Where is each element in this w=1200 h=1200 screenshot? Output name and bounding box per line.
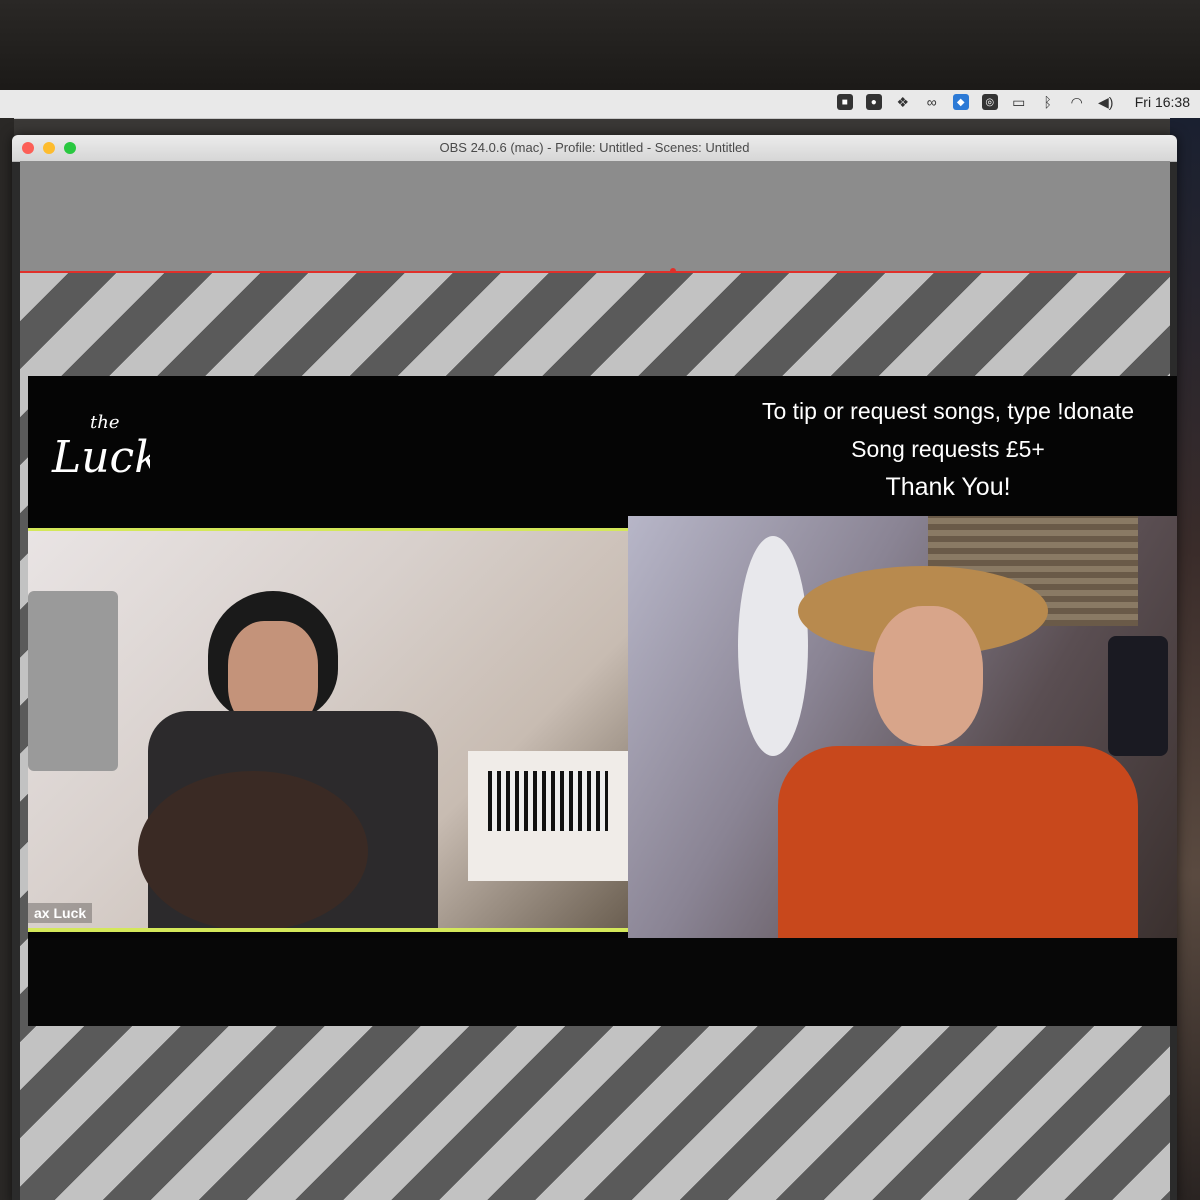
guitar	[138, 771, 368, 931]
obs-icon[interactable]: ●	[865, 94, 882, 110]
wifi-icon[interactable]: ◠	[1069, 94, 1085, 110]
bluetooth-audio-icon[interactable]: ◆	[952, 94, 969, 110]
piano-keys	[488, 771, 608, 831]
creative-cloud-icon[interactable]: ∞	[924, 94, 940, 110]
screen: ■ ● ❖ ∞ ◆ ◎ ▭ ᛒ ◠ ◀) Fri 16:38 OBS 24.0.…	[0, 90, 1200, 1200]
face	[873, 606, 983, 746]
dropbox-icon[interactable]: ❖	[895, 94, 911, 110]
right-camera-feed	[628, 516, 1177, 938]
menu-bar: ■ ● ❖ ∞ ◆ ◎ ▭ ᛒ ◠ ◀) Fri 16:38	[0, 90, 1200, 119]
obs-window: OBS 24.0.6 (mac) - Profile: Untitled - S…	[12, 135, 1177, 1200]
status-tray: ■ ● ❖ ∞ ◆ ◎ ▭ ᛒ ◠ ◀) Fri 16:38	[836, 94, 1190, 110]
monitor-bezel	[0, 0, 1200, 100]
surfboard	[738, 536, 808, 756]
orange-top	[778, 746, 1138, 938]
volume-icon[interactable]: ◀)	[1098, 94, 1114, 110]
zoom-icon[interactable]: ■	[836, 94, 853, 110]
window-title: OBS 24.0.6 (mac) - Profile: Untitled - S…	[439, 140, 750, 155]
airplay-icon[interactable]: ▭	[1011, 94, 1027, 110]
left-camera-feed: ax Luck	[28, 531, 628, 931]
obs-preview[interactable]: the Luck To tip or request songs, type !…	[20, 161, 1177, 1200]
phone	[1108, 636, 1168, 756]
microphone	[28, 591, 118, 771]
preview-empty-area	[20, 161, 1170, 271]
svg-text:the: the	[90, 412, 119, 433]
bluetooth-icon[interactable]: ᛒ	[1040, 94, 1056, 110]
radio-icon[interactable]: ◎	[981, 94, 998, 110]
song-request-price: Song requests £5+	[851, 436, 1045, 462]
svg-text:Luck: Luck	[51, 432, 150, 483]
participant-name: ax Luck	[28, 903, 93, 923]
window-titlebar[interactable]: OBS 24.0.6 (mac) - Profile: Untitled - S…	[12, 135, 1177, 162]
donate-instruction: To tip or request songs, type !donate	[761, 398, 1135, 424]
donation-message: To tip or request songs, type !donate So…	[728, 392, 1168, 506]
menu-clock[interactable]: Fri 16:38	[1135, 94, 1190, 110]
scene-bottom-bar	[28, 938, 1177, 1026]
active-speaker-border	[28, 928, 628, 932]
the-luck-logo: the Luck	[51, 412, 150, 483]
thank-you-text: Thank You!	[885, 473, 1011, 501]
stream-scene[interactable]: the Luck To tip or request songs, type !…	[28, 376, 1177, 1026]
